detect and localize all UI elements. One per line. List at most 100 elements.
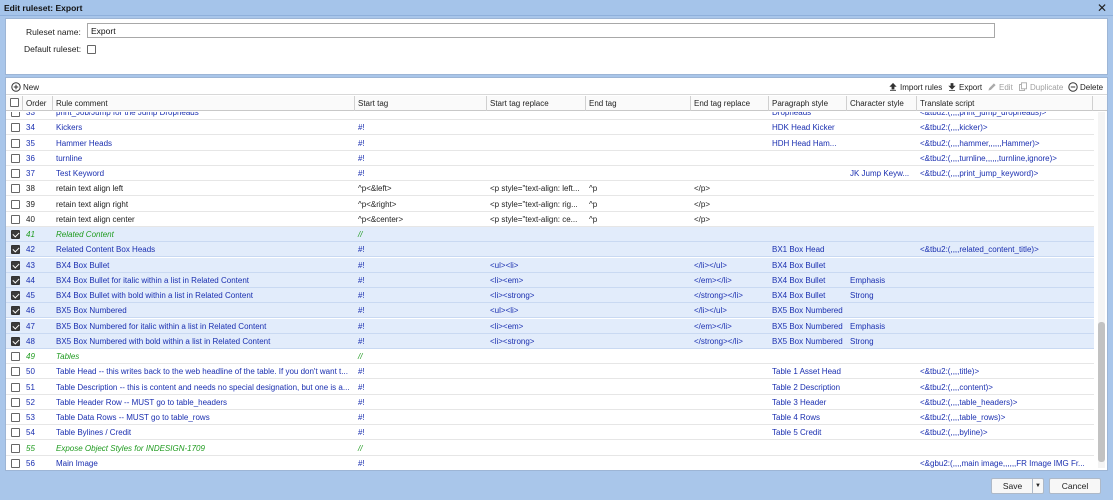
col-paragraph-style[interactable]: Paragraph style — [769, 96, 847, 111]
table-row[interactable]: 36 turnline #! <&tbu2:(,,,,turnline,,,,,,tu… — [6, 151, 1094, 166]
row-checkbox[interactable] — [11, 428, 20, 438]
table-row[interactable]: 48 BX5 Box Numbered with bold within a li… — [6, 333, 1094, 349]
table-row[interactable]: 37 Test Keyword #! JK Jump Keyw... <&tbu2:(,… — [6, 166, 1094, 182]
row-checkbox[interactable] — [11, 260, 20, 270]
row-checkbox[interactable] — [11, 184, 20, 194]
table-row[interactable]: 46 BX5 Box Numbered #! <ul><li> </li></ul> BX… — [6, 303, 1094, 319]
row-checkbox[interactable] — [11, 245, 20, 255]
row-checkbox[interactable] — [11, 306, 20, 316]
order-cell: 51 — [26, 382, 35, 392]
caret-down-icon[interactable]: ▼ — [1032, 479, 1043, 493]
end-tag-cell: ^p — [589, 184, 598, 194]
table-row[interactable]: 33 print_Job/Jump for the Jump Dropheads D… — [6, 112, 1094, 121]
row-checkbox[interactable] — [11, 199, 20, 209]
row-checkbox[interactable] — [11, 112, 20, 117]
rule-comment-cell: Related Content Box Heads — [56, 245, 156, 255]
table-row[interactable]: 54 Table Bylines / Credit #! Table 5 Credit… — [6, 425, 1094, 441]
end-tag-replace-cell: </p> — [694, 184, 711, 194]
save-label: Save — [1002, 481, 1023, 491]
ruleset-name-input[interactable] — [87, 23, 995, 38]
row-checkbox[interactable] — [11, 458, 20, 468]
row-checkbox[interactable] — [11, 443, 20, 453]
table-row[interactable]: 55 Expose Object Styles for INDESIGN-1709… — [6, 441, 1094, 456]
table-row[interactable]: 34 Kickers #! HDK Head Kicker <&tbu2:(,,,,ki… — [6, 120, 1094, 136]
end-tag-cell — [586, 288, 691, 303]
row-checkbox[interactable] — [11, 169, 20, 178]
start-tag-cell: #! — [358, 138, 365, 148]
row-checkbox[interactable] — [11, 291, 20, 300]
table-row[interactable]: 45 BX4 Box Bullet with bold within a list… — [6, 288, 1094, 304]
translate-script-cell — [917, 334, 1093, 349]
close-icon[interactable]: ✕ — [1095, 1, 1109, 15]
table-row[interactable]: 49 Tables // — [6, 349, 1094, 365]
save-button[interactable]: Save ▼ — [991, 478, 1044, 494]
col-start-tag-replace[interactable]: Start tag replace — [487, 96, 586, 111]
start-tag-replace-cell — [487, 364, 586, 379]
end-tag-replace-cell — [691, 395, 769, 410]
col-start-tag[interactable]: Start tag — [355, 96, 487, 111]
row-checkbox[interactable] — [11, 367, 20, 377]
table-row[interactable]: 51 Table Description -- this is content a… — [6, 380, 1094, 395]
col-end-tag[interactable]: End tag — [586, 96, 691, 111]
select-all-checkbox[interactable] — [10, 98, 19, 107]
col-translate-script[interactable]: Translate script — [917, 96, 1093, 111]
col-rule-comment[interactable]: Rule comment — [53, 96, 355, 111]
table-row[interactable]: 50 Table Head -- this writes back to the … — [6, 364, 1094, 380]
table-row[interactable]: 47 BX5 Box Numbered for italic within a l… — [6, 318, 1094, 334]
paragraph-style-cell — [769, 212, 847, 227]
rule-comment-cell: Table Description -- this is content and… — [56, 382, 350, 392]
table-row[interactable]: 53 Table Data Rows -- MUST go to table_ro… — [6, 410, 1094, 426]
start-tag-cell: #! — [358, 413, 365, 422]
col-end-tag-replace[interactable]: End tag replace — [691, 96, 769, 111]
row-checkbox[interactable] — [11, 214, 20, 224]
export-button[interactable]: Export — [947, 81, 982, 93]
default-ruleset-checkbox[interactable] — [87, 45, 96, 54]
table-row[interactable]: 44 BX4 Box Bullet for italic within a lis… — [6, 272, 1094, 288]
row-checkbox[interactable] — [11, 321, 20, 331]
table-row[interactable]: 40 retain text align center ^p<&center> <p … — [6, 212, 1094, 227]
start-tag-cell: #! — [358, 245, 365, 255]
start-tag-replace-cell — [487, 410, 586, 425]
edit-button[interactable]: Edit — [987, 81, 1013, 93]
col-character-style[interactable]: Character style — [847, 96, 917, 111]
row-checkbox[interactable] — [11, 275, 20, 285]
rule-comment-cell: Table Bylines / Credit — [56, 428, 132, 438]
vertical-scrollbar[interactable] — [1098, 112, 1105, 468]
duplicate-button[interactable]: Duplicate — [1018, 81, 1063, 93]
rules-table-body: 33 print_Job/Jump for the Jump Dropheads D… — [6, 112, 1096, 470]
row-checkbox[interactable] — [11, 230, 20, 239]
row-checkbox[interactable] — [11, 352, 20, 361]
paragraph-style-cell: Table 4 Rows — [772, 413, 821, 422]
cancel-button[interactable]: Cancel — [1049, 478, 1101, 494]
scrollbar-thumb[interactable] — [1098, 322, 1105, 462]
import-rules-button[interactable]: Import rules — [888, 81, 942, 93]
row-checkbox[interactable] — [11, 123, 20, 133]
table-row[interactable]: 42 Related Content Box Heads #! BX1 Box Hea… — [6, 242, 1094, 258]
order-cell: 47 — [26, 321, 35, 331]
col-order[interactable]: Order — [23, 96, 53, 111]
row-checkbox[interactable] — [11, 382, 20, 392]
end-tag-replace-cell — [691, 441, 769, 456]
table-row[interactable]: 41 Related Content // — [6, 227, 1094, 243]
end-tag-cell — [586, 242, 691, 257]
table-row[interactable]: 56 Main Image #! <&gbu2:(,,,,main image,,,,… — [6, 456, 1094, 470]
end-tag-replace-cell — [691, 242, 769, 257]
table-row[interactable]: 35 Hammer Heads #! HDH Head Ham... <&tbu2:(,… — [6, 136, 1094, 151]
row-checkbox[interactable] — [11, 397, 20, 407]
new-rule-button[interactable]: New — [11, 81, 39, 93]
rule-comment-cell: retain text align right — [56, 199, 129, 209]
table-row[interactable]: 43 BX4 Box Bullet #! <ul><li> </li></ul> BX4 … — [6, 257, 1094, 273]
paragraph-style-cell: Dropheads — [772, 112, 812, 117]
row-checkbox[interactable] — [11, 413, 20, 422]
table-row[interactable]: 39 retain text align right ^p<&right> <p st… — [6, 197, 1094, 212]
rule-comment-cell: BX5 Box Numbered with bold within a list… — [56, 336, 271, 346]
row-checkbox[interactable] — [11, 138, 20, 148]
row-checkbox[interactable] — [11, 153, 20, 163]
table-row[interactable]: 52 Table Header Row -- MUST go to table_h… — [6, 395, 1094, 410]
translate-script-cell: <&tbu2:(,,,,print_jump_dropheads)> — [920, 112, 1047, 117]
row-checkbox[interactable] — [11, 336, 20, 346]
character-style-cell: JK Jump Keyw... — [850, 169, 910, 178]
table-row[interactable]: 38 retain text align left ^p<&left> <p styl… — [6, 181, 1094, 197]
delete-button[interactable]: Delete — [1068, 81, 1103, 93]
character-style-cell — [847, 349, 917, 364]
